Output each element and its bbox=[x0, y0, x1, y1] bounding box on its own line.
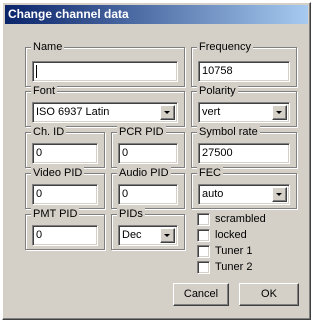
name-label: Name bbox=[31, 40, 65, 54]
name-input[interactable] bbox=[32, 61, 178, 82]
text-cursor bbox=[36, 65, 37, 78]
cancel-button[interactable]: Cancel bbox=[173, 283, 229, 306]
pids-select[interactable]: Dec bbox=[118, 225, 178, 246]
font-label: Font bbox=[31, 84, 58, 98]
name-group: Name bbox=[25, 40, 185, 87]
checkbox-box[interactable] bbox=[197, 213, 210, 226]
font-select[interactable]: ISO 6937 Latin bbox=[32, 102, 178, 123]
frequency-input[interactable]: 10758 bbox=[198, 61, 290, 82]
pids-select-value: Dec bbox=[122, 229, 142, 241]
audio-pid-label: Audio PID bbox=[117, 166, 171, 180]
symbol-rate-label: Symbol rate bbox=[197, 125, 260, 139]
polarity-select[interactable]: vert bbox=[198, 102, 290, 123]
frequency-group: Frequency 10758 bbox=[191, 40, 297, 87]
tuner2-label: Tuner 2 bbox=[215, 261, 253, 273]
checkbox-box[interactable] bbox=[197, 245, 210, 258]
tuner1-label: Tuner 1 bbox=[215, 245, 253, 257]
pmt-pid-label: PMT PID bbox=[31, 207, 80, 221]
scrambled-label: scrambled bbox=[215, 213, 266, 225]
window-title: Change channel data bbox=[8, 7, 129, 21]
audio-pid-input[interactable]: 0 bbox=[118, 184, 178, 205]
chevron-down-icon[interactable] bbox=[160, 105, 175, 120]
pids-label: PIDs bbox=[117, 207, 145, 221]
chevron-down-icon[interactable] bbox=[160, 228, 175, 243]
video-pid-label: Video PID bbox=[31, 166, 85, 180]
polarity-label: Polarity bbox=[197, 84, 238, 98]
dialog-window: Change channel data Name Frequency 10758… bbox=[2, 2, 311, 320]
ok-button[interactable]: OK bbox=[239, 283, 299, 306]
checkbox-box[interactable] bbox=[197, 261, 210, 274]
font-select-value: ISO 6937 Latin bbox=[36, 106, 110, 118]
pcr-pid-input[interactable]: 0 bbox=[118, 143, 178, 164]
fec-select-value: auto bbox=[202, 188, 224, 200]
pmt-pid-group: PMT PID 0 bbox=[25, 207, 105, 250]
frequency-label: Frequency bbox=[197, 40, 253, 54]
title-bar[interactable]: Change channel data bbox=[5, 5, 308, 24]
video-pid-input[interactable]: 0 bbox=[32, 184, 98, 205]
font-group: Font ISO 6937 Latin bbox=[25, 84, 185, 127]
ch-id-input[interactable]: 0 bbox=[32, 143, 98, 164]
tuner1-checkbox[interactable]: Tuner 1 bbox=[197, 245, 297, 259]
chevron-down-icon[interactable] bbox=[272, 187, 287, 202]
symbol-rate-input[interactable]: 27500 bbox=[198, 143, 290, 164]
ch-id-label: Ch. ID bbox=[31, 125, 67, 139]
polarity-select-value: vert bbox=[202, 106, 221, 118]
polarity-group: Polarity vert bbox=[191, 84, 297, 127]
ch-id-group: Ch. ID 0 bbox=[25, 125, 105, 168]
pids-group: PIDs Dec bbox=[111, 207, 185, 250]
audio-pid-group: Audio PID 0 bbox=[111, 166, 185, 209]
checkbox-box[interactable] bbox=[197, 229, 210, 242]
locked-checkbox[interactable]: locked bbox=[197, 229, 297, 243]
fec-group: FEC auto bbox=[191, 166, 297, 209]
pmt-pid-input[interactable]: 0 bbox=[32, 225, 98, 246]
fec-select[interactable]: auto bbox=[198, 184, 290, 205]
locked-label: locked bbox=[215, 229, 247, 241]
tuner2-checkbox[interactable]: Tuner 2 bbox=[197, 261, 297, 275]
fec-label: FEC bbox=[197, 166, 223, 180]
symbol-rate-group: Symbol rate 27500 bbox=[191, 125, 297, 168]
pcr-pid-label: PCR PID bbox=[117, 125, 166, 139]
chevron-down-icon[interactable] bbox=[272, 105, 287, 120]
pcr-pid-group: PCR PID 0 bbox=[111, 125, 185, 168]
scrambled-checkbox[interactable]: scrambled bbox=[197, 213, 297, 227]
video-pid-group: Video PID 0 bbox=[25, 166, 105, 209]
